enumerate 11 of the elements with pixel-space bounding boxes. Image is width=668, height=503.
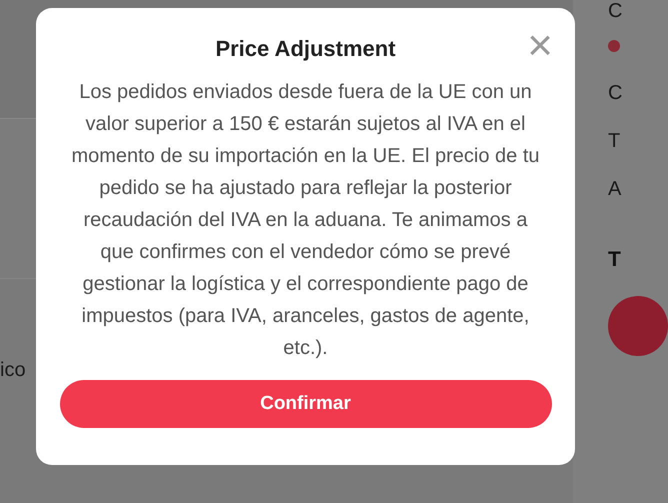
body-text: ico — [0, 358, 26, 383]
section-heading: T — [608, 247, 622, 273]
label-text: T — [608, 129, 622, 154]
label-text: C — [608, 81, 624, 106]
dialog-message: Los pedidos enviados desde fuera de la UE con un valor superior a 150 € estarán sujetos al IVA en el momento de su importación en la UE. El precio de tu pedido se ha ajustado para reflejar la posterior recaudación del IVA en la aduana. Te animamos a que confirmes con el vendedor cómo se prevé gestionar la logística y el correspondiente pago de impuestos (para IVA, aranceles, gastos de agente, etc.). — [70, 80, 540, 361]
badge-icon — [608, 40, 620, 52]
label-text: A — [608, 177, 622, 202]
label-text: C — [608, 0, 624, 24]
confirm-button[interactable]: Confirmar — [60, 380, 552, 428]
close-button[interactable]: × — [527, 26, 553, 66]
dialog-title: Price Adjustment — [215, 35, 396, 63]
